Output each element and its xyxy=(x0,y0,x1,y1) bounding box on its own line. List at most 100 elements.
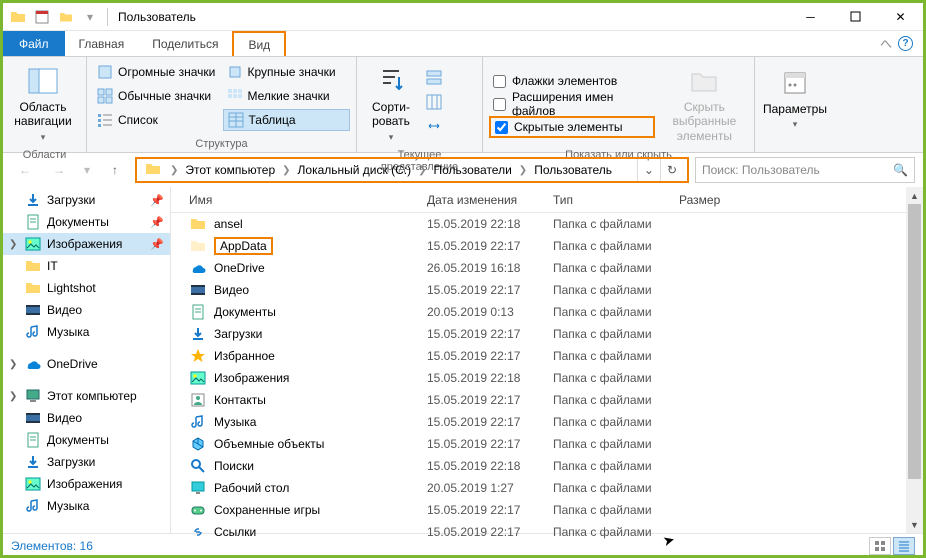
address-dropdown-icon[interactable]: ⌄ xyxy=(637,159,660,181)
nav-pane-button[interactable]: Область навигации ▾ xyxy=(9,61,77,147)
pin-icon: 📌 xyxy=(150,216,164,229)
nav-pane-icon xyxy=(27,65,59,97)
nav-item[interactable]: IT xyxy=(3,255,170,277)
file-row[interactable]: Изображения15.05.2019 22:18Папка с файла… xyxy=(171,367,923,389)
options-button[interactable]: Параметры ▾ xyxy=(761,63,829,134)
minimize-button[interactable]: ─ xyxy=(788,3,833,31)
file-row[interactable]: ansel15.05.2019 22:18Папка с файлами xyxy=(171,213,923,235)
check-file-ext[interactable]: Расширения имен файлов xyxy=(489,93,655,115)
chevron-right-icon[interactable]: ❯ xyxy=(167,159,181,181)
chevron-right-icon[interactable]: ❯ xyxy=(279,159,293,181)
chevron-icon[interactable]: ❯ xyxy=(9,359,17,370)
link-icon xyxy=(189,523,207,541)
file-row[interactable]: Сохраненные игры15.05.2019 22:17Папка с … xyxy=(171,499,923,521)
crumb-2[interactable]: Пользователи xyxy=(429,159,515,181)
layout-large[interactable]: Крупные значки xyxy=(223,61,351,83)
file-type: Папка с файлами xyxy=(553,283,679,297)
scroll-down-icon[interactable]: ▼ xyxy=(906,516,923,533)
crumb-1[interactable]: Локальный диск (C:) xyxy=(294,159,416,181)
file-row[interactable]: Видео15.05.2019 22:17Папка с файлами xyxy=(171,279,923,301)
nav-label: Музыка xyxy=(47,325,89,339)
qat-dropdown-icon[interactable]: ▾ xyxy=(79,6,101,28)
check-hidden-items[interactable]: Скрытые элементы xyxy=(489,116,655,138)
col-name[interactable]: Имя xyxy=(171,193,427,207)
layout-normal[interactable]: Обычные значки xyxy=(93,85,221,107)
table-icon xyxy=(228,112,244,128)
nav-item[interactable]: Видео xyxy=(3,407,170,429)
file-row[interactable]: AppData15.05.2019 22:17Папка с файлами xyxy=(171,235,923,257)
folder-icon xyxy=(7,6,29,28)
close-button[interactable]: ✕ xyxy=(878,3,923,31)
chevron-right-icon[interactable]: ❯ xyxy=(415,159,429,181)
nav-history-button[interactable]: ▾ xyxy=(79,156,95,184)
scrollbar[interactable]: ▲ ▼ xyxy=(906,187,923,533)
search-input[interactable]: Поиск: Пользователь 🔍 xyxy=(695,157,915,183)
scroll-thumb[interactable] xyxy=(908,204,921,479)
file-row[interactable]: Документы20.05.2019 0:13Папка с файлами xyxy=(171,301,923,323)
file-name: Музыка xyxy=(214,415,256,429)
nav-item[interactable]: Документы xyxy=(3,429,170,451)
file-name: Поиски xyxy=(214,459,254,473)
status-count: Элементов: 16 xyxy=(11,539,93,553)
maximize-button[interactable] xyxy=(833,3,878,31)
col-size[interactable]: Размер xyxy=(679,193,789,207)
nav-item[interactable]: ❯Изображения📌 xyxy=(3,233,170,255)
crumb-0[interactable]: Этот компьютер xyxy=(181,159,279,181)
file-row[interactable]: OneDrive26.05.2019 16:18Папка с файлами xyxy=(171,257,923,279)
tab-file[interactable]: Файл xyxy=(3,31,65,56)
nav-item[interactable]: Документы 📌 xyxy=(3,211,170,233)
layout-list[interactable]: Список xyxy=(93,109,221,131)
tab-share[interactable]: Поделиться xyxy=(138,31,232,56)
check-item-checkboxes[interactable]: Флажки элементов xyxy=(489,70,655,92)
hide-selected-icon xyxy=(688,65,720,97)
nav-forward-button[interactable]: → xyxy=(45,156,73,184)
col-date[interactable]: Дата изменения xyxy=(427,193,553,207)
nav-back-button[interactable]: ← xyxy=(11,156,39,184)
layout-small[interactable]: Мелкие значки xyxy=(223,85,351,107)
nav-label: Изображения xyxy=(47,237,122,251)
qat-new-folder-icon[interactable] xyxy=(55,6,77,28)
file-row[interactable]: Объемные объекты15.05.2019 22:17Папка с … xyxy=(171,433,923,455)
file-row[interactable]: Музыка15.05.2019 22:17Папка с файлами xyxy=(171,411,923,433)
col-type[interactable]: Тип xyxy=(553,193,679,207)
nav-item[interactable]: ❯Этот компьютер xyxy=(3,385,170,407)
help-icon[interactable]: ? xyxy=(898,36,913,51)
file-row[interactable]: Контакты15.05.2019 22:17Папка с файлами xyxy=(171,389,923,411)
file-row[interactable]: Поиски15.05.2019 22:18Папка с файлами xyxy=(171,455,923,477)
group-by-icon[interactable] xyxy=(425,69,443,90)
layout-huge[interactable]: Огромные значки xyxy=(93,61,221,83)
collapse-ribbon-icon[interactable]: へ xyxy=(880,35,892,52)
file-row[interactable]: Избранное15.05.2019 22:17Папка с файлами xyxy=(171,345,923,367)
file-row[interactable]: Рабочий стол20.05.2019 1:27Папка с файла… xyxy=(171,477,923,499)
file-name: Документы xyxy=(214,305,276,319)
nav-up-button[interactable]: ↑ xyxy=(101,156,129,184)
nav-item[interactable]: Загрузки📌 xyxy=(3,189,170,211)
nav-item[interactable]: Загрузки xyxy=(3,451,170,473)
chevron-icon[interactable]: ❯ xyxy=(9,391,17,402)
sort-button[interactable]: Сорти-ровать ▾ xyxy=(363,61,419,147)
qat-properties-icon[interactable] xyxy=(31,6,53,28)
hide-selected-button: Скрыть выбранные элементы xyxy=(661,61,748,147)
nav-item[interactable]: Видео xyxy=(3,299,170,321)
chevron-right-icon[interactable]: ❯ xyxy=(516,159,530,181)
folder-dim-icon xyxy=(189,237,207,255)
file-row[interactable]: Ссылки15.05.2019 22:17Папка с файлами xyxy=(171,521,923,543)
address-bar[interactable]: ❯ Этот компьютер ❯ Локальный диск (C:) ❯… xyxy=(135,157,689,183)
layout-table[interactable]: Таблица xyxy=(223,109,351,131)
nav-item[interactable]: Lightshot xyxy=(3,277,170,299)
crumb-3[interactable]: Пользователь xyxy=(530,159,616,181)
nav-item[interactable]: Изображения xyxy=(3,473,170,495)
nav-item[interactable]: Музыка xyxy=(3,495,170,517)
nav-label: Загрузки xyxy=(47,455,95,469)
size-columns-icon[interactable] xyxy=(425,117,443,138)
add-columns-icon[interactable] xyxy=(425,93,443,114)
address-refresh-icon[interactable]: ↻ xyxy=(660,159,683,181)
scroll-up-icon[interactable]: ▲ xyxy=(906,187,923,204)
nav-label: Документы xyxy=(47,215,109,229)
nav-item[interactable]: ❯OneDrive xyxy=(3,353,170,375)
nav-item[interactable]: Музыка xyxy=(3,321,170,343)
tab-view[interactable]: Вид xyxy=(232,31,286,56)
tab-home[interactable]: Главная xyxy=(65,31,139,56)
file-row[interactable]: Загрузки15.05.2019 22:17Папка с файлами xyxy=(171,323,923,345)
chevron-icon[interactable]: ❯ xyxy=(9,239,17,250)
